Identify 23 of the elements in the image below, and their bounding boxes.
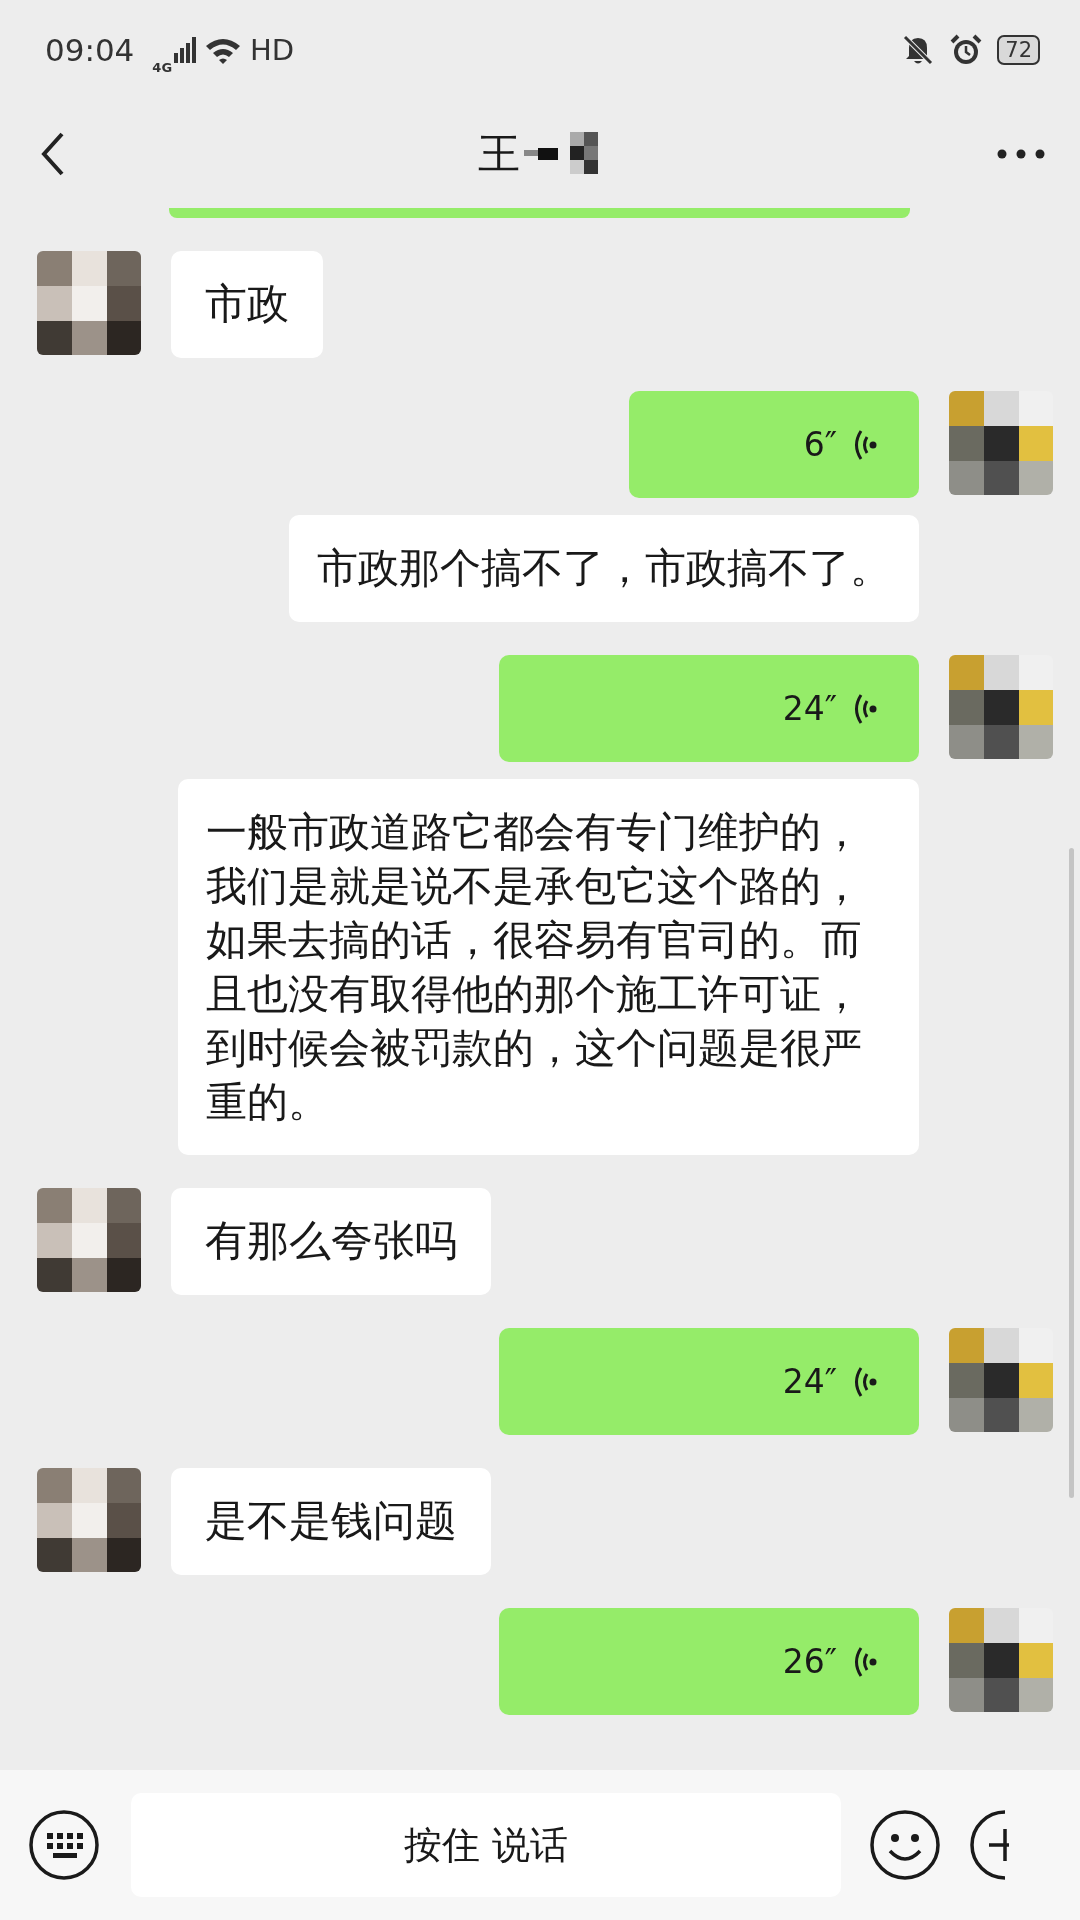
hd-label: HD bbox=[250, 33, 295, 67]
hold-to-talk-button[interactable]: 按住 说话 bbox=[131, 1793, 841, 1897]
chat-title: 王 bbox=[478, 128, 520, 180]
more-options-icon[interactable] bbox=[996, 148, 1046, 160]
message-bubble: 市政 bbox=[171, 251, 323, 358]
voice-bubble[interactable]: 26″ bbox=[499, 1608, 919, 1715]
message-bubble: 市政那个搞不了，市政搞不了。 bbox=[289, 515, 919, 622]
plus-icon[interactable] bbox=[969, 1809, 1009, 1881]
wifi-icon bbox=[204, 36, 243, 64]
alarm-icon bbox=[949, 33, 984, 67]
voice-bubble[interactable]: 24″ bbox=[499, 655, 919, 762]
voice-bubble[interactable]: 6″ bbox=[629, 391, 919, 498]
emoji-icon[interactable] bbox=[869, 1809, 941, 1881]
battery-indicator: 72 bbox=[997, 35, 1040, 65]
message-bubble: 是不是钱问题 bbox=[171, 1468, 491, 1575]
signal-icon bbox=[174, 37, 197, 63]
network-label: 4G bbox=[152, 59, 173, 75]
keyboard-icon[interactable] bbox=[28, 1809, 100, 1881]
scrollbar[interactable] bbox=[1069, 848, 1074, 1498]
voice-bubble[interactable]: 24″ bbox=[499, 1328, 919, 1435]
message-bubble: 有那么夸张吗 bbox=[171, 1188, 491, 1295]
message-bubble: 一般市政道路它都会有专门维护的，我们是就是说不是承包它这个路的，如果去搞的话，很容易有官司的。而且也没有取得他的那个施工许可证，到时候会被罚款的，这个问题是很严重的。 bbox=[178, 779, 919, 1155]
clock-time: 09:04 bbox=[45, 32, 135, 68]
